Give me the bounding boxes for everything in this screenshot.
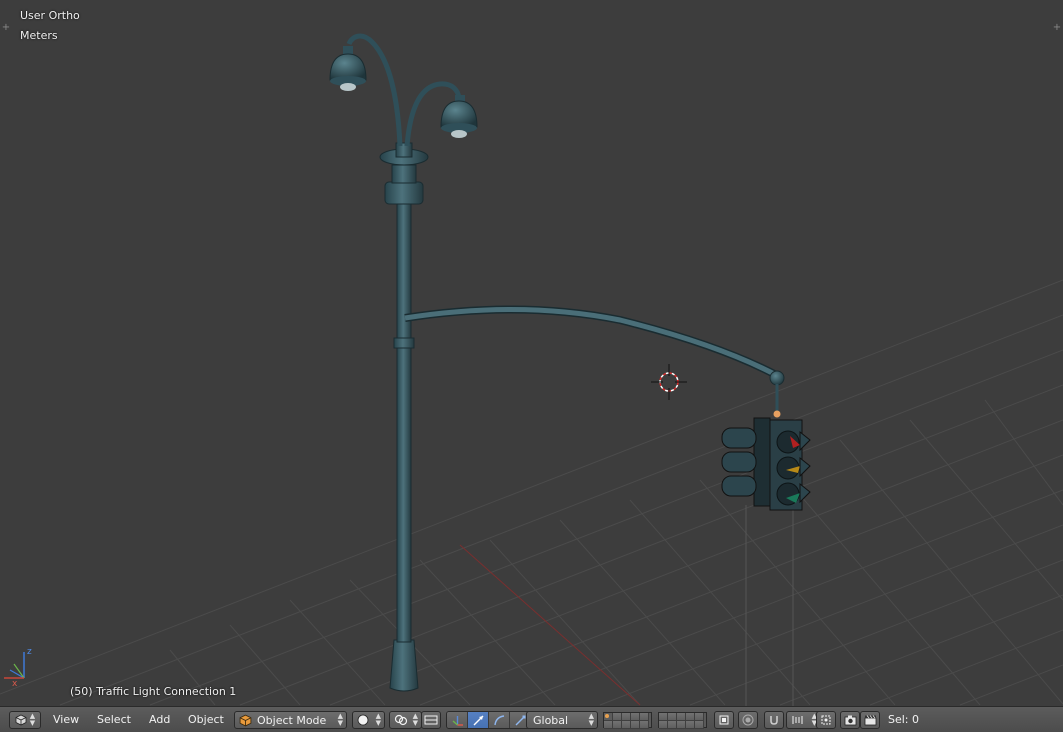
object-mode-icon xyxy=(239,714,252,726)
viewport-shading-dropdown[interactable]: ▲ ▼ xyxy=(352,711,385,729)
proportional-editing-button[interactable] xyxy=(738,711,758,729)
layer-buttons-group-1[interactable] xyxy=(603,712,652,729)
menu-view[interactable]: View xyxy=(53,711,79,729)
camera-icon xyxy=(844,715,856,726)
axis-x-label: x xyxy=(12,679,18,689)
menu-select[interactable]: Select xyxy=(97,711,131,729)
region-expand-right-icon[interactable]: + xyxy=(1052,23,1062,33)
editor-type-button[interactable]: ▲ ▼ xyxy=(9,711,41,729)
clapperboard-icon xyxy=(864,715,876,726)
transform-manipulator-group xyxy=(446,711,532,729)
render-opengl-image-button[interactable] xyxy=(840,711,860,729)
render-opengl-animation-button[interactable] xyxy=(860,711,880,729)
3d-viewport[interactable]: z x User Ortho Meters (50) Traffic Light… xyxy=(0,0,1063,706)
transform-orientation-dropdown[interactable]: Global ▲ ▼ xyxy=(526,711,598,729)
traffic-light[interactable] xyxy=(721,417,811,511)
translate-arrow-icon xyxy=(473,715,483,725)
mode-dropdown[interactable]: Object Mode ▲ ▼ xyxy=(234,711,347,729)
axis-z-label: z xyxy=(27,647,32,657)
viewport-header: ▲ ▼ View Select Add Object Object Mode ▲ ▼… xyxy=(0,706,1063,732)
layer-lock-icon xyxy=(719,715,729,725)
active-layer-dot-icon xyxy=(605,714,609,718)
snap-toggle-button[interactable] xyxy=(764,711,784,729)
center-points-icon xyxy=(424,715,438,725)
pivot-point-dropdown[interactable]: ▲ ▼ xyxy=(389,711,422,729)
street-lamp-pole[interactable] xyxy=(346,33,462,692)
snap-target-icon xyxy=(821,715,831,725)
active-object-info: (50) Traffic Light Connection 1 xyxy=(70,685,237,698)
layer-buttons-group-2[interactable] xyxy=(658,712,707,729)
proportional-edit-icon xyxy=(742,714,754,726)
x-axis-line xyxy=(459,544,641,706)
translate-manipulator-button[interactable] xyxy=(468,712,489,728)
solid-shading-icon xyxy=(357,714,369,726)
lamp-head-right[interactable] xyxy=(440,95,478,138)
snap-target-button[interactable] xyxy=(816,711,836,729)
pivot-icon xyxy=(394,714,408,726)
magnet-icon xyxy=(770,716,778,725)
manipulate-center-points-button[interactable] xyxy=(421,711,441,729)
rotate-manipulator-button[interactable] xyxy=(489,712,510,728)
lock-camera-layers-button[interactable] xyxy=(714,711,734,729)
view-name: User Ortho xyxy=(20,9,80,22)
3d-cursor-icon[interactable] xyxy=(651,364,687,400)
menu-add[interactable]: Add xyxy=(149,711,170,729)
menu-object[interactable]: Object xyxy=(188,711,224,729)
units-label: Meters xyxy=(20,29,58,42)
region-expand-left-icon[interactable]: + xyxy=(1,23,11,33)
cube-editor-icon xyxy=(15,714,27,726)
lamp-head-left[interactable] xyxy=(329,46,367,91)
snap-increment-icon xyxy=(792,716,803,724)
orientation-label: Global xyxy=(533,713,569,727)
floor-grid xyxy=(0,279,1063,706)
traffic-mast-arm[interactable] xyxy=(404,305,785,418)
manipulator-toggle-button[interactable] xyxy=(447,712,468,728)
mode-label: Object Mode xyxy=(257,713,327,727)
rotate-arc-icon xyxy=(493,714,504,725)
selection-count: Sel: 0 xyxy=(888,713,920,726)
manipulator-axes-icon xyxy=(452,715,463,726)
scene-canvas[interactable]: z x xyxy=(0,0,1063,706)
dropdown-arrows-icon: ▲ ▼ xyxy=(337,712,343,727)
origin-dot xyxy=(773,410,781,418)
